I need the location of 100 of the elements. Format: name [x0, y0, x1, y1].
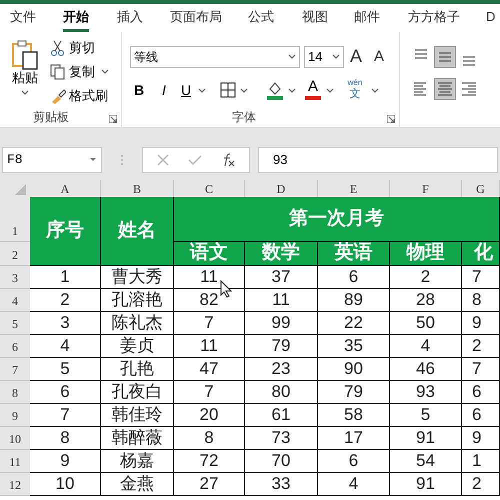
row-header[interactable]: 7	[0, 358, 30, 381]
table-cell: 61	[245, 404, 318, 427]
group-label: 剪贴板	[33, 109, 69, 126]
row-header[interactable]: 1	[0, 197, 30, 242]
clipboard-icon[interactable]	[10, 40, 40, 70]
table-cell: 陈礼杰	[101, 312, 174, 335]
row-header[interactable]: 11	[0, 450, 30, 473]
table-cell: 28	[390, 289, 462, 312]
font-size-field[interactable]: 14	[304, 46, 344, 68]
bold-button[interactable]: B	[130, 78, 148, 102]
ribbon-tab[interactable]: 页面布局	[170, 4, 222, 32]
table-cell: 23	[245, 358, 318, 381]
table-cell: 11	[174, 266, 245, 289]
table-cell: 2	[462, 335, 500, 358]
column-header[interactable]: D	[245, 180, 318, 197]
group-label: 字体	[232, 109, 256, 126]
ribbon-tab[interactable]: 视图	[302, 4, 328, 32]
handle-icon[interactable]	[120, 154, 124, 166]
row-header[interactable]: 6	[0, 335, 30, 358]
font-color-button[interactable]: A	[304, 78, 322, 102]
row-header[interactable]: 12	[0, 473, 30, 496]
dialog-launcher-icon[interactable]	[387, 115, 395, 123]
table-cell: 1	[462, 450, 500, 473]
table-cell: 8	[30, 427, 101, 450]
cut-button[interactable]: 剪切	[50, 38, 95, 58]
ribbon-tab[interactable]: 文件	[10, 4, 36, 32]
table-cell: 6	[318, 266, 390, 289]
scissors-icon[interactable]	[50, 40, 66, 56]
caret-icon[interactable]	[332, 54, 340, 60]
table-cell: 58	[318, 404, 390, 427]
table-cell: 9	[30, 450, 101, 473]
table-cell: 7	[174, 312, 245, 335]
table-cell: 7	[462, 266, 500, 289]
caret-icon[interactable]	[371, 88, 379, 94]
table-cell: 37	[245, 266, 318, 289]
brush-icon[interactable]	[50, 88, 66, 104]
column-header[interactable]: A	[30, 180, 101, 197]
caret-icon[interactable]	[326, 88, 334, 94]
table-cell: 8	[174, 427, 245, 450]
table-cell: 6	[462, 404, 500, 427]
caret-icon[interactable]	[288, 88, 296, 94]
header-cell: 语文	[174, 242, 245, 266]
column-header[interactable]: C	[174, 180, 245, 197]
formula-field[interactable]: 93	[258, 147, 498, 173]
phonetic-guide-button[interactable]: wén 文	[342, 78, 368, 104]
ribbon-tab[interactable]: 方方格子	[408, 4, 460, 32]
header-cell: 序号	[30, 197, 101, 266]
ribbon-tab[interactable]: 插入	[117, 4, 143, 32]
caret-icon[interactable]	[240, 88, 248, 94]
check-icon[interactable]	[188, 154, 202, 166]
table-cell: 70	[245, 450, 318, 473]
table-cell: 2	[30, 289, 101, 312]
ribbon-tab[interactable]: 公式	[248, 4, 274, 32]
table-cell: 5	[30, 358, 101, 381]
shrink-font-button[interactable]: A	[374, 46, 384, 68]
function-icon[interactable]	[221, 153, 236, 167]
copy-button[interactable]: 复制	[50, 62, 109, 82]
table-cell: 11	[245, 289, 318, 312]
paste-button[interactable]: 粘贴	[8, 40, 42, 106]
table-cell: 80	[245, 381, 318, 404]
ribbon-tab[interactable]: D	[486, 4, 496, 32]
format-painter-button[interactable]: 格式刷	[50, 86, 108, 106]
caret-icon[interactable]	[89, 157, 97, 163]
table-cell: 4	[318, 473, 390, 496]
name-box[interactable]: F8	[2, 147, 102, 173]
table-cell: 91	[390, 427, 462, 450]
table-cell: 73	[245, 427, 318, 450]
caret-icon[interactable]	[21, 90, 29, 96]
column-header[interactable]: G	[462, 180, 500, 197]
caret-icon[interactable]	[101, 69, 109, 75]
table-cell: 89	[318, 289, 390, 312]
header-cell: 第一次月考	[174, 197, 500, 242]
caret-icon[interactable]	[288, 54, 296, 60]
table-cell: 孔溶艳	[101, 289, 174, 312]
row-header[interactable]: 8	[0, 381, 30, 404]
row-header[interactable]: 10	[0, 427, 30, 450]
header-cell: 数学	[245, 242, 318, 266]
header-cell: 化	[462, 242, 500, 266]
copy-icon[interactable]	[50, 64, 66, 80]
row-header[interactable]: 3	[0, 266, 30, 289]
caret-icon[interactable]	[198, 88, 206, 94]
grow-font-button[interactable]: A	[350, 44, 362, 68]
row-header[interactable]: 2	[0, 242, 30, 266]
column-header[interactable]: B	[101, 180, 174, 197]
row-header[interactable]: 5	[0, 312, 30, 335]
row-header[interactable]: 9	[0, 404, 30, 427]
fill-color-icon[interactable]	[266, 80, 284, 100]
dialog-launcher-icon[interactable]	[109, 115, 117, 123]
table-cell: 90	[318, 358, 390, 381]
borders-icon[interactable]	[220, 82, 236, 98]
table-cell: 79	[318, 381, 390, 404]
column-header[interactable]: E	[318, 180, 390, 197]
font-name-field[interactable]: 等线	[130, 46, 300, 68]
table-cell: 11	[174, 335, 245, 358]
table-cell: 54	[390, 450, 462, 473]
underline-button[interactable]: U	[177, 78, 195, 102]
column-header[interactable]: F	[390, 180, 462, 197]
row-header[interactable]: 4	[0, 289, 30, 312]
ribbon-tab[interactable]: 邮件	[354, 4, 380, 32]
italic-button[interactable]: I	[155, 78, 173, 102]
